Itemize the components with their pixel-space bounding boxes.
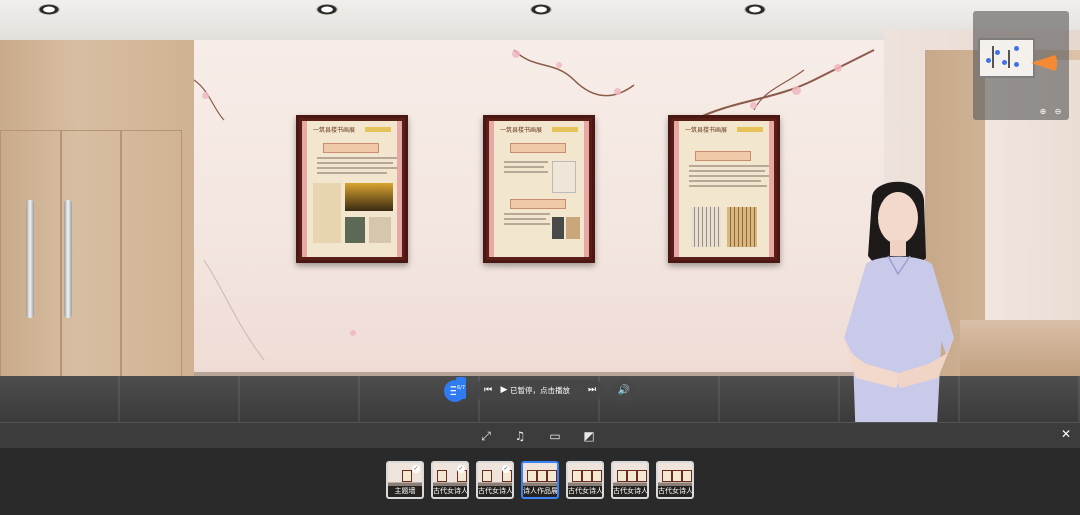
ceiling-spotlight	[316, 4, 338, 15]
thumbnail-label: 古代女诗人...	[613, 486, 647, 497]
ceiling-spotlight	[38, 4, 60, 15]
minimap-hotspot[interactable]	[995, 50, 1000, 55]
minimap-hotspot[interactable]	[1014, 62, 1019, 67]
fullscreen-icon[interactable]: ⤢	[477, 427, 495, 445]
player-status: 已暂停，点击播放	[510, 386, 570, 395]
thumbnail-label: 诗人作品展4	[523, 486, 557, 497]
poster-heading	[323, 143, 379, 153]
virtual-guide-avatar[interactable]	[826, 178, 966, 422]
zoom-in-icon[interactable]: ⊕	[1038, 107, 1048, 117]
checkmark-icon: ✓	[412, 465, 420, 473]
minimap[interactable]: ⊕ ⊖	[973, 11, 1069, 120]
gallery-scene[interactable]: 一筑县楼书画展 一筑县楼书画展 一筑县楼书画展 ☰ 6/7 ⏮ ▶ 已暂停，点击…	[0, 0, 1080, 422]
minimap-hotspot[interactable]	[986, 58, 991, 63]
thumbnail-label: 古代女诗人...	[568, 486, 602, 497]
thumbnail-label: 古代女诗人...	[478, 486, 512, 497]
thumbnail-label: 古代女诗人...	[658, 486, 692, 497]
poster-tag	[737, 127, 763, 132]
close-button[interactable]: ✕	[1058, 426, 1074, 442]
poster-image	[691, 207, 721, 247]
poster-image	[566, 217, 580, 239]
scene-thumbnail[interactable]: ✓ 古代女诗人...	[431, 461, 469, 499]
checkmark-icon: ✓	[457, 465, 465, 473]
playlist-menu-button[interactable]: ☰ 6/7	[444, 377, 467, 402]
poster-image	[552, 161, 576, 193]
poster-image	[369, 217, 391, 243]
poster-image	[345, 217, 365, 243]
narration-player: ⏮ ▶ 已暂停，点击播放 ⏭	[474, 380, 604, 401]
scene-thumbnail[interactable]: ✓ 古代女诗人...	[476, 461, 514, 499]
poster: 一筑县楼书画展	[674, 121, 774, 257]
poster-image	[313, 183, 341, 243]
ceiling-spotlight	[530, 4, 552, 15]
poster-frame[interactable]: 一筑县楼书画展	[668, 115, 780, 263]
view-direction-icon	[1031, 55, 1057, 71]
thumbnail-label: 主题墙	[388, 486, 422, 497]
zoom-out-icon[interactable]: ⊖	[1053, 107, 1063, 117]
speaker-icon: 🔊	[617, 385, 631, 396]
poster-tag	[365, 127, 391, 132]
menu-badge: 6/7	[456, 377, 467, 399]
poster-heading	[510, 199, 566, 209]
previous-icon[interactable]: ⏮	[480, 382, 496, 398]
poster: 一筑县楼书画展	[302, 121, 402, 257]
scene-thumbnail[interactable]: ✓ 主题墙	[386, 461, 424, 499]
poster: 一筑县楼书画展	[489, 121, 589, 257]
poster-title: 一筑县楼书画展	[685, 127, 728, 134]
scene-thumbnail-strip: ✓ 主题墙 ✓ 古代女诗人... ✓ 古代女诗人... 诗人作品展4 古代女诗人…	[0, 448, 1080, 515]
poster-image	[345, 183, 393, 211]
audio-toggle-button[interactable]: 🔊	[613, 380, 635, 402]
minimap-floorplan	[978, 38, 1035, 78]
poster-image	[552, 217, 564, 239]
scene-thumbnail-active[interactable]: 诗人作品展4	[521, 461, 559, 499]
next-icon[interactable]: ⏭	[584, 382, 600, 398]
scene-thumbnail[interactable]: 古代女诗人...	[611, 461, 649, 499]
door-handle	[64, 200, 72, 318]
poster-image	[727, 207, 757, 247]
poster-title: 一筑县楼书画展	[313, 127, 356, 134]
poster-frame[interactable]: 一筑县楼书画展	[296, 115, 408, 263]
poster-tag	[552, 127, 578, 132]
minimap-hotspot[interactable]	[1002, 60, 1007, 65]
door-handle	[26, 200, 34, 318]
ceiling-spotlight	[744, 4, 766, 15]
share-icon[interactable]: ◩	[580, 427, 598, 445]
minimap-hotspot[interactable]	[1014, 46, 1019, 51]
scene-thumbnail[interactable]: 古代女诗人...	[656, 461, 694, 499]
vr-icon[interactable]: ▭	[546, 427, 564, 445]
checkmark-icon: ✓	[502, 465, 510, 473]
bottom-toolbar: ⤢ ♫ ▭ ◩	[0, 422, 1080, 449]
poster-heading	[695, 151, 751, 161]
music-icon[interactable]: ♫	[511, 427, 529, 445]
poster-title: 一筑县楼书画展	[500, 127, 543, 134]
poster-frame[interactable]: 一筑县楼书画展	[483, 115, 595, 263]
scene-thumbnail[interactable]: 古代女诗人...	[566, 461, 604, 499]
wood-bench	[960, 320, 1080, 380]
thumbnail-label: 古代女诗人...	[433, 486, 467, 497]
poster-heading	[510, 143, 566, 153]
